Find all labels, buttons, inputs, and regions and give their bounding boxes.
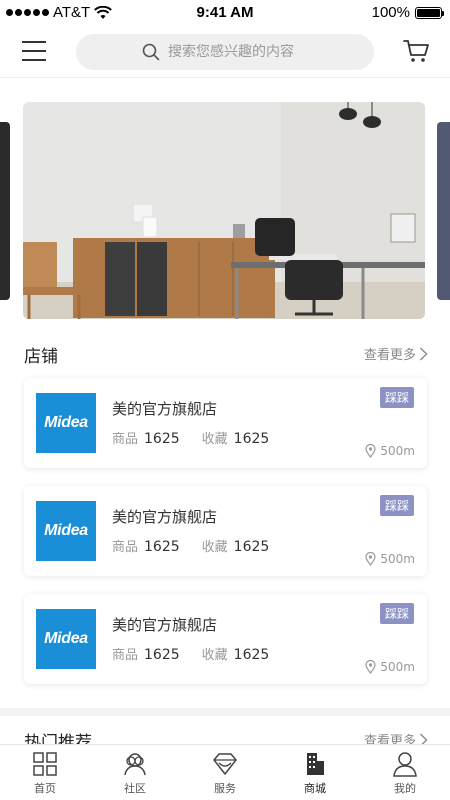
store-logo-text: Midea [44,414,88,431]
goods-label: 商品 [112,432,139,447]
store-card[interactable]: Midea 美的官方旗舰店 商品 1625 收藏 1625 踩踩 500m [24,594,427,684]
location-pin-icon [365,660,377,674]
goods-count: 1625 [144,539,180,555]
banner-carousel[interactable] [0,100,450,320]
bottom-tab-bar: 首页 社区 服务 商城 我的 [0,744,450,800]
distance-value: 500m [380,444,415,458]
stores-more-label: 查看更多 [363,348,416,363]
favorites-count: 1625 [233,539,270,555]
distance-value: 500m [380,660,415,674]
tab-community-label: 社区 [124,782,146,795]
tab-home-label: 首页 [34,782,56,795]
store-logo: Midea [36,501,96,561]
store-card[interactable]: Midea 美的官方旗舰店 商品 1625 收藏 1625 踩踩 500m [24,378,427,468]
tab-home[interactable]: 首页 [0,745,90,800]
store-name: 美的官方旗舰店 [112,616,218,634]
battery-icon [415,6,444,19]
tab-mall-label: 商城 [304,782,326,795]
menu-icon[interactable] [22,40,46,62]
store-logo-text: Midea [44,522,88,539]
location-pin-icon [365,444,377,458]
person-icon [393,752,417,777]
goods-label: 商品 [112,648,139,663]
goods-count: 1625 [144,647,180,663]
building-icon [307,753,324,775]
banner-image[interactable] [23,102,425,319]
store-logo: Midea [36,609,96,669]
store-stats: 商品 1625 收藏 1625 [112,428,269,447]
community-icon [124,753,146,776]
store-name: 美的官方旗舰店 [112,400,218,418]
store-name: 美的官方旗舰店 [112,508,218,526]
section-divider [0,708,450,716]
store-distance: 500m [365,444,415,458]
favorites-count: 1625 [233,431,270,447]
search-input[interactable] [168,44,308,60]
favorites-count: 1625 [233,647,270,663]
favorites-label: 收藏 [201,540,228,555]
tab-mine[interactable]: 我的 [360,745,450,800]
grid-icon [33,752,57,776]
goods-label: 商品 [112,540,139,555]
goods-count: 1625 [144,431,180,447]
store-logo-text: Midea [44,630,88,647]
battery-percent: 100% [371,4,410,21]
location-pin-icon [365,552,377,566]
store-badge[interactable]: 踩踩 [379,603,414,624]
tab-community[interactable]: 社区 [90,745,180,800]
stores-section-title: 店铺 [24,347,58,367]
search-bar[interactable] [76,34,374,70]
store-badge[interactable]: 踩踩 [379,495,414,516]
status-right: 100% [371,4,444,21]
favorites-label: 收藏 [201,432,228,447]
favorites-label: 收藏 [201,648,228,663]
chevron-right-icon [420,347,428,360]
tab-service[interactable]: 服务 [180,745,270,800]
store-distance: 500m [365,552,415,566]
store-badge[interactable]: 踩踩 [379,387,414,408]
store-distance: 500m [365,660,415,674]
status-bar: AT&T 9:41 AM 100% [0,0,450,26]
banner-next-slide[interactable] [437,122,450,300]
banner-prev-slide[interactable] [0,122,10,300]
office-interior-image [23,102,425,319]
store-stats: 商品 1625 收藏 1625 [112,644,269,663]
store-logo: Midea [36,393,96,453]
cart-icon[interactable] [402,37,430,65]
stores-more-link[interactable]: 查看更多 [364,344,428,363]
store-card[interactable]: Midea 美的官方旗舰店 商品 1625 收藏 1625 踩踩 500m [24,486,427,576]
header [0,26,450,78]
distance-value: 500m [380,552,415,566]
tab-mall[interactable]: 商城 [270,745,360,800]
tab-service-label: 服务 [214,782,236,795]
store-stats: 商品 1625 收藏 1625 [112,536,269,555]
search-icon [142,43,160,61]
tab-mine-label: 我的 [394,782,416,795]
diamond-icon [213,753,237,775]
